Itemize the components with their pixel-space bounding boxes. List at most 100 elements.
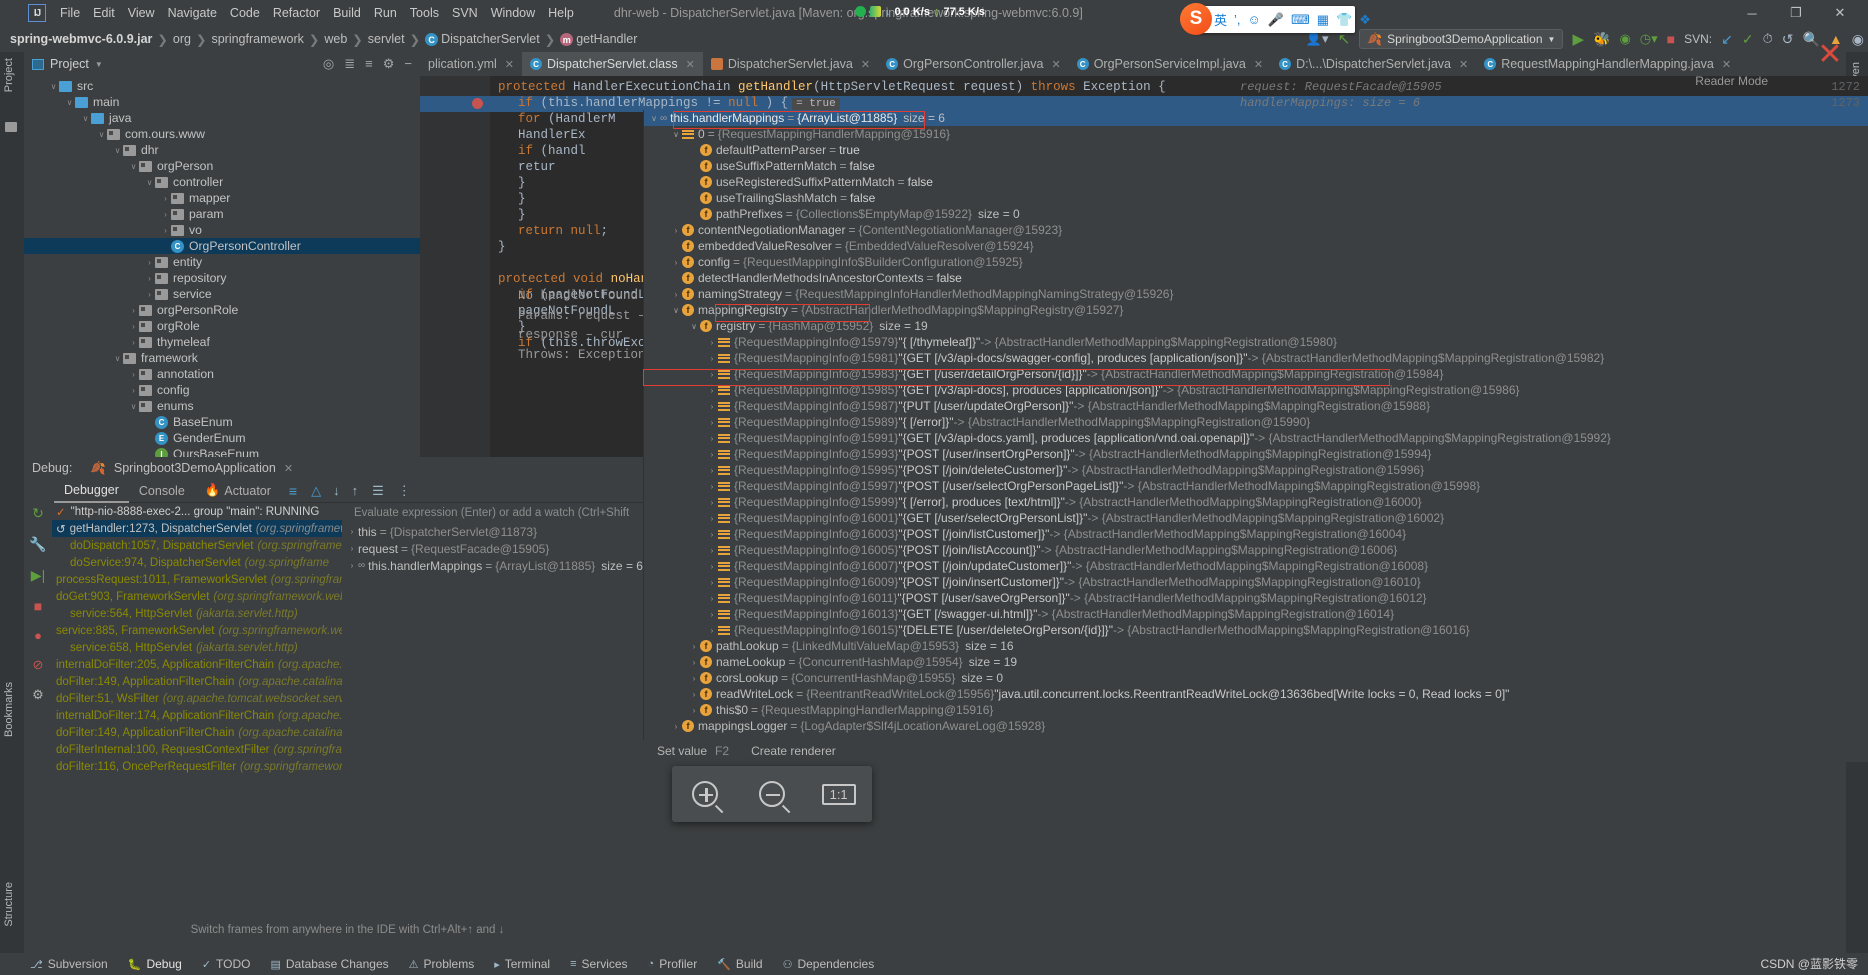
chevron-right-icon[interactable]: › <box>706 386 718 395</box>
chevron-down-icon[interactable]: ∨ <box>112 146 123 155</box>
settings-wrench-icon[interactable]: 🔧 <box>29 536 46 553</box>
chevron-right-icon[interactable]: › <box>706 578 718 587</box>
editor-tab-0[interactable]: plication.yml ✕ <box>420 52 522 76</box>
variable-row-18[interactable]: › {RequestMappingInfo@15989} "{ [/error]}… <box>644 414 1868 430</box>
chevron-right-icon[interactable]: › <box>670 258 682 267</box>
stack-frame-11[interactable]: internalDoFilter:174, ApplicationFilterC… <box>52 707 342 724</box>
chevron-right-icon[interactable]: › <box>706 482 718 491</box>
stack-frame-13[interactable]: doFilterInternal:100, RequestContextFilt… <box>52 741 342 758</box>
chevron-right-icon[interactable]: › <box>346 544 358 553</box>
more-options-icon[interactable]: ⋮ <box>398 483 411 499</box>
project-tree-item-config[interactable]: › config <box>24 382 420 398</box>
mute-breakpoints-icon[interactable]: ● <box>34 628 42 643</box>
menu-item-tools[interactable]: Tools <box>410 6 439 20</box>
variable-row-1[interactable]: f defaultPatternParser = true <box>644 142 1868 158</box>
chevron-right-icon[interactable]: › <box>706 498 718 507</box>
resume-icon[interactable]: ▶| <box>31 567 45 584</box>
chevron-right-icon[interactable]: › <box>706 562 718 571</box>
svn-revert-icon[interactable]: ↺ <box>1782 31 1794 48</box>
ime-apps-icon[interactable]: ❖ <box>1359 12 1371 28</box>
editor-tab-3[interactable]: C OrgPersonController.java ✕ <box>878 52 1069 76</box>
close-popup-icon[interactable]: ✕ <box>1814 38 1846 71</box>
frames-list[interactable]: ✓ "http-nio-8888-exec-2... group "main": … <box>52 503 342 943</box>
stack-frame-2[interactable]: doService:974, DispatcherServlet (org.spr… <box>52 554 342 571</box>
chevron-right-icon[interactable]: › <box>706 338 718 347</box>
stack-frame-7[interactable]: service:658, HttpServlet (jakarta.servlet… <box>52 639 342 656</box>
status-bar-item-profiler[interactable]: ◔ Profiler <box>648 957 698 971</box>
watch-row-2[interactable]: › ∞ this.handlerMappings = {ArrayList@11885}… <box>346 557 643 574</box>
status-bar-item-services[interactable]: ≡ Services <box>570 957 627 971</box>
sidebar-item-structure[interactable]: Structure <box>3 882 15 927</box>
status-bar-item-problems[interactable]: ⚠ Problems <box>409 957 475 971</box>
variable-row-25[interactable]: › {RequestMappingInfo@16003} "{POST [/joi… <box>644 526 1868 542</box>
breadcrumb-item-6[interactable]: m getHandler <box>560 32 637 47</box>
ime-keyboard-icon[interactable]: ⌨ <box>1291 12 1310 28</box>
chevron-right-icon[interactable]: › <box>160 210 171 219</box>
view-breakpoints-icon[interactable]: ⊘ <box>33 657 44 673</box>
variable-row-26[interactable]: › {RequestMappingInfo@16005} "{POST [/joi… <box>644 542 1868 558</box>
rerun-icon[interactable]: ↻ <box>32 505 44 522</box>
zoom-popup[interactable]: 1:1 <box>672 766 872 822</box>
project-tree-item-thymeleaf[interactable]: › thymeleaf <box>24 334 420 350</box>
ime-punct-icon[interactable]: ’, <box>1234 12 1241 27</box>
sidebar-item-bookmarks[interactable]: Bookmarks <box>3 682 15 737</box>
project-tree-item-genderenum[interactable]: E GenderEnum <box>24 430 420 446</box>
chevron-right-icon[interactable]: › <box>706 354 718 363</box>
editor-tab-6[interactable]: C RequestMappingHandlerMapping.java ✕ <box>1476 52 1739 76</box>
breadcrumb-item-1[interactable]: org <box>173 32 191 46</box>
ime-toolbox-icon[interactable]: ▦ <box>1317 12 1329 28</box>
tab-console[interactable]: Console <box>129 479 195 503</box>
project-tree-item-orgpersoncontroller[interactable]: C OrgPersonController <box>24 238 420 254</box>
project-tree-item-service[interactable]: › service <box>24 286 420 302</box>
variable-row-32[interactable]: › f pathLookup = {LinkedMultiValueMap@15953}… <box>644 638 1868 654</box>
stack-frame-3[interactable]: processRequest:1011, FrameworkServlet (or… <box>52 571 342 588</box>
variable-row-13[interactable]: › {RequestMappingInfo@15979} "{ [/thymele… <box>644 334 1868 350</box>
stack-frame-9[interactable]: doFilter:149, ApplicationFilterChain (org… <box>52 673 342 690</box>
variable-row-9[interactable]: f detectHandlerMethodsInAncestorContexts =… <box>644 270 1868 286</box>
watch-row-1[interactable]: › request = {RequestFacade@15905} <box>346 540 643 557</box>
chevron-right-icon[interactable]: › <box>706 418 718 427</box>
code-line[interactable]: protected void noHand <box>498 272 656 286</box>
chevron-right-icon[interactable]: › <box>144 274 155 283</box>
project-tree-item-com-ours-www[interactable]: ∨ com.ours.www <box>24 126 420 142</box>
chevron-right-icon[interactable]: › <box>688 706 700 715</box>
variable-row-3[interactable]: f useRegisteredSuffixPatternMatch = false <box>644 174 1868 190</box>
settings-icon[interactable]: ⚙ <box>383 56 395 72</box>
profile-icon[interactable]: ◷▾ <box>1640 31 1658 47</box>
chevron-right-icon[interactable]: › <box>688 642 700 651</box>
chevron-right-icon[interactable]: › <box>688 674 700 683</box>
code-line[interactable]: if (this.handlerMappings != null ) {= tr… <box>518 96 840 110</box>
variable-row-24[interactable]: › {RequestMappingInfo@16001} "{GET [/user… <box>644 510 1868 526</box>
watch-rows[interactable]: › this = {DispatcherServlet@11873} › request =… <box>346 523 643 574</box>
stack-frame-5[interactable]: service:564, HttpServlet (jakarta.servlet… <box>52 605 342 622</box>
status-bar-item-subversion[interactable]: ⎇ Subversion <box>30 957 108 971</box>
expand-icon[interactable]: ≡ <box>365 56 373 72</box>
menu-item-file[interactable]: File <box>60 6 80 20</box>
tab-actuator[interactable]: 🔥 Actuator <box>195 479 281 503</box>
variable-row-11[interactable]: ∨ f mappingRegistry = {AbstractHandlerMethod… <box>644 302 1868 318</box>
code-line[interactable]: retur <box>518 160 556 174</box>
variable-row-36[interactable]: › f this$0 = {RequestMappingHandlerMapping@1… <box>644 702 1868 718</box>
chevron-down-icon[interactable]: ∨ <box>64 98 75 107</box>
variable-row-14[interactable]: › {RequestMappingInfo@15981} "{GET [/v3/a… <box>644 350 1868 366</box>
create-renderer-action[interactable]: Create renderer <box>751 744 836 758</box>
menu-item-navigate[interactable]: Navigate <box>168 6 217 20</box>
breadcrumb-item-5[interactable]: C DispatcherServlet <box>425 32 540 47</box>
chevron-right-icon[interactable]: › <box>706 466 718 475</box>
editor-tab-4[interactable]: C OrgPersonServiceImpl.java ✕ <box>1069 52 1271 76</box>
chevron-down-icon[interactable]: ∨ <box>96 130 107 139</box>
svn-history-icon[interactable]: ⏱ <box>1763 31 1773 47</box>
chevron-right-icon[interactable]: › <box>160 226 171 235</box>
breadcrumb-item-4[interactable]: servlet <box>368 32 405 46</box>
menu-item-refactor[interactable]: Refactor <box>273 6 320 20</box>
variable-row-31[interactable]: › {RequestMappingInfo@16015} "{DELETE [/u… <box>644 622 1868 638</box>
project-tree-item-java[interactable]: ∨ java <box>24 110 420 126</box>
variable-row-37[interactable]: › f mappingsLogger = {LogAdapter$Slf4jLocati… <box>644 718 1868 734</box>
hide-icon[interactable]: − <box>404 56 412 72</box>
layout-icon[interactable]: ≡ <box>289 483 297 499</box>
chevron-right-icon[interactable]: › <box>688 658 700 667</box>
project-tree-item-orgpersonrole[interactable]: › orgPersonRole <box>24 302 420 318</box>
variable-row-8[interactable]: › f config = {RequestMappingInfo$BuilderConf… <box>644 254 1868 270</box>
chevron-right-icon[interactable]: › <box>128 306 139 315</box>
locate-icon[interactable]: ◎ <box>323 56 334 72</box>
